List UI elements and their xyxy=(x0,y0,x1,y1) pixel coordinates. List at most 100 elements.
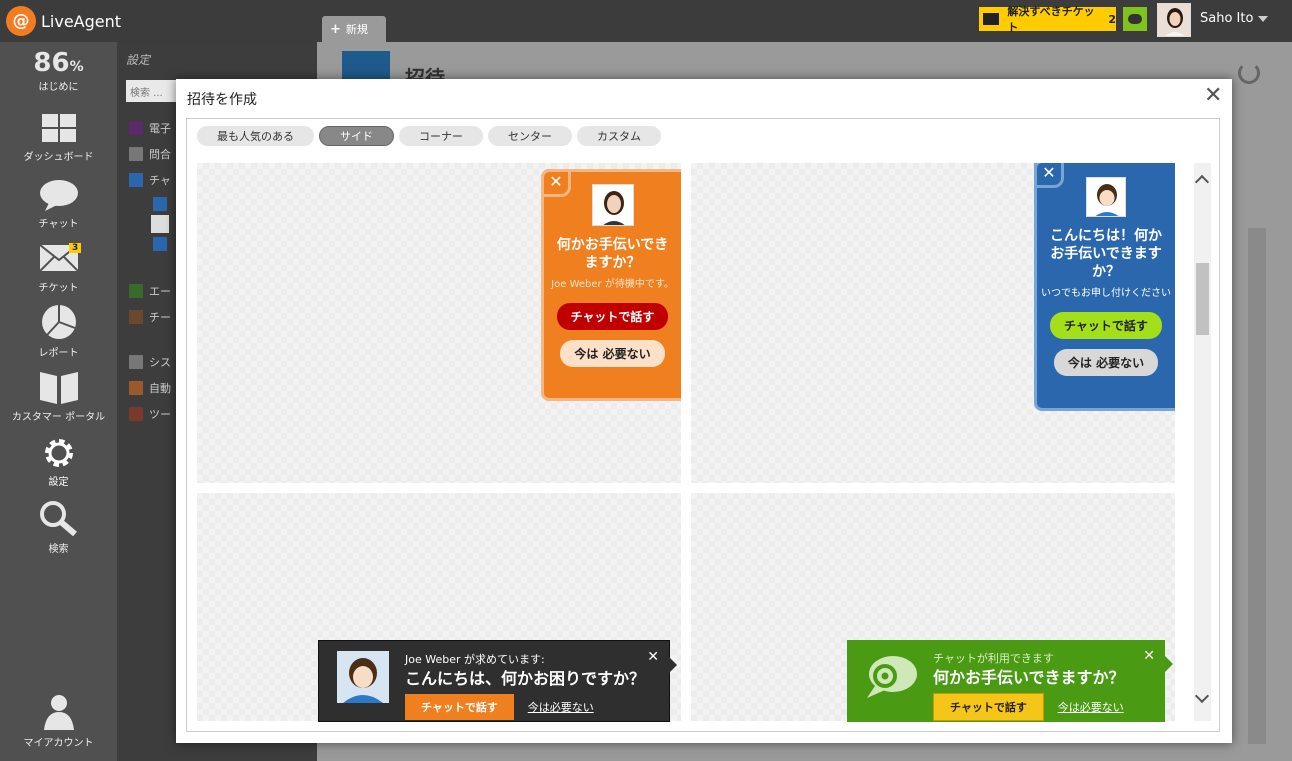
gallery-scrollbar[interactable] xyxy=(1194,163,1211,721)
settings-item-label: エー xyxy=(149,285,171,298)
agent-photo xyxy=(337,651,389,703)
pending-tickets-count: 2 xyxy=(1108,12,1116,26)
invite-orange: ✕ 何かお手伝いできますか？ Joe Weber が待機中です。 チャットで話す… xyxy=(541,169,681,401)
progress-unit: % xyxy=(69,59,84,75)
app-logo[interactable]: @ LiveAgent xyxy=(6,6,121,36)
close-icon[interactable]: ✕ xyxy=(1204,85,1222,107)
liveagent-logo-icon: @ xyxy=(6,6,36,36)
dashboard-icon xyxy=(41,114,76,142)
nav-settings[interactable]: 設定 xyxy=(0,437,117,488)
agent-photo xyxy=(591,184,634,226)
template-tabs: 最も人気のある サイド コーナー センター カスタム xyxy=(197,126,661,146)
chat-now-button: チャットで話す xyxy=(405,694,514,720)
folder-icon xyxy=(129,310,143,324)
accept-wrap: チャットで話す xyxy=(544,303,681,330)
invitation-icon xyxy=(151,215,169,233)
close-icon: ✕ xyxy=(541,169,571,197)
decline-wrap: 今は 必要ない xyxy=(544,340,681,367)
nav-getting-started[interactable]: 86% はじめに xyxy=(0,48,117,93)
close-icon: ✕ xyxy=(1034,163,1064,188)
agent-avatar-icon xyxy=(337,651,389,703)
settings-item[interactable]: 自動 xyxy=(129,380,171,396)
liveagent-chat-icon xyxy=(867,656,917,698)
create-invitation-modal: 招待を作成 ✕ 最も人気のある サイド コーナー センター カスタム ✕ 何かお… xyxy=(176,79,1232,743)
tools-icon xyxy=(129,407,143,421)
no-thanks-link: 今は必要ない xyxy=(527,701,594,714)
settings-item[interactable]: ツー xyxy=(129,406,171,422)
settings-item[interactable]: チー xyxy=(129,309,171,325)
nav-my-account[interactable]: マイアカウント xyxy=(0,694,117,749)
chat-bubble-icon xyxy=(1128,14,1142,24)
nav-label: カスタマー ポータル xyxy=(11,412,106,423)
tab-center[interactable]: センター xyxy=(488,126,572,146)
template-green-bar[interactable]: チャットが利用できます 何かお手伝いできますか？ チャットで話す 今は必要ない … xyxy=(691,493,1175,722)
no-thanks-button: 今は 必要ない xyxy=(1053,349,1159,376)
template-dark-bar[interactable]: Joe Weber が求めています: こんにちは、何かお困りですか？ チャットで… xyxy=(197,493,681,722)
template-blue-side[interactable]: ✕ こんにちは！何かお手伝いできますか？ いつでもお申し付けください チャットで… xyxy=(691,163,1175,483)
chat-now-button: チャットで話す xyxy=(933,693,1044,721)
new-tab-label: 新規 xyxy=(345,23,368,36)
nav-search[interactable]: 検索 xyxy=(0,500,117,555)
no-thanks-button: 今は 必要ない xyxy=(560,340,665,367)
invite-green-bar: チャットが利用できます 何かお手伝いできますか？ チャットで話す 今は必要ない … xyxy=(847,640,1173,722)
refresh-icon[interactable] xyxy=(1238,62,1260,84)
settings-item-label: 電子 xyxy=(149,122,171,135)
agent-photo xyxy=(1086,177,1126,217)
nav-label: ダッシュボード xyxy=(23,152,94,163)
nav-label: レポート xyxy=(38,348,79,359)
template-orange-side[interactable]: ✕ 何かお手伝いできますか？ Joe Weber が待機中です。 チャットで話す… xyxy=(197,163,681,483)
nav-dashboard[interactable]: ダッシュボード xyxy=(0,114,117,163)
close-icon: ✕ xyxy=(647,649,659,665)
caret-down-icon[interactable] xyxy=(1258,16,1268,22)
scroll-up-icon[interactable] xyxy=(1194,174,1210,190)
user-name[interactable]: Saho Ito xyxy=(1200,11,1253,26)
tab-most-popular[interactable]: 最も人気のある xyxy=(197,126,314,146)
user-avatar[interactable] xyxy=(1157,3,1191,37)
background-scrollbar[interactable] xyxy=(1248,228,1266,744)
nav-label: 検索 xyxy=(48,544,69,555)
chat-now-button: チャットで話す xyxy=(556,303,669,330)
automation-icon xyxy=(129,381,143,395)
agents-icon xyxy=(129,284,143,298)
tab-custom[interactable]: カスタム xyxy=(577,126,661,146)
left-nav: 86% はじめに ダッシュボード チャット 3 チケット レポート カスタマー … xyxy=(0,42,117,761)
chat-icon xyxy=(129,173,143,187)
nav-chat[interactable]: チャット xyxy=(0,179,117,230)
scroll-thumb[interactable] xyxy=(1196,263,1209,335)
settings-item-label: ツー xyxy=(149,408,171,421)
nav-customer-portal[interactable]: カスタマー ポータル xyxy=(0,370,117,423)
nav-label: はじめに xyxy=(38,82,79,93)
settings-subitem-invitation[interactable] xyxy=(151,215,175,233)
nav-tickets[interactable]: 3 チケット xyxy=(0,243,117,294)
plus-icon: + xyxy=(330,21,341,37)
chat-button-icon xyxy=(153,197,167,211)
invite-dark-bar: Joe Weber が求めています: こんにちは、何かお困りですか？ チャットで… xyxy=(318,640,677,722)
gear-icon xyxy=(44,439,73,467)
settings-subitem[interactable] xyxy=(153,197,173,211)
settings-item[interactable]: 電子 xyxy=(129,120,171,136)
pending-tickets-button[interactable]: 解決すべきチケット 2 xyxy=(979,5,1116,34)
accept-wrap: チャットで話す xyxy=(1037,312,1175,339)
settings-item[interactable]: エー xyxy=(129,283,171,299)
nav-reports[interactable]: レポート xyxy=(0,304,117,359)
no-thanks-link: 今は必要ない xyxy=(1057,701,1124,714)
new-tab-button[interactable]: + 新規 xyxy=(322,16,386,42)
tickets-badge: 3 xyxy=(69,243,82,253)
nav-label: マイアカウント xyxy=(23,738,94,749)
settings-subitem[interactable] xyxy=(153,237,173,251)
arrow-right-icon xyxy=(1165,656,1173,672)
settings-item[interactable]: チャ xyxy=(129,172,171,188)
chat-status-button[interactable] xyxy=(1123,7,1147,31)
settings-item[interactable]: シス xyxy=(129,354,171,370)
agent-avatar-icon xyxy=(1087,178,1125,216)
settings-item[interactable]: 問合 xyxy=(129,146,171,162)
invite-blue: ✕ こんにちは！何かお手伝いできますか？ いつでもお申し付けください チャットで… xyxy=(1034,163,1175,411)
scroll-down-icon[interactable] xyxy=(1194,688,1210,704)
tab-corner[interactable]: コーナー xyxy=(399,126,483,146)
tab-side[interactable]: サイド xyxy=(319,126,394,146)
progress-value: 86 xyxy=(33,48,70,78)
settings-item-label: チー xyxy=(149,311,171,324)
close-icon: ✕ xyxy=(1143,648,1155,664)
at-icon xyxy=(129,121,143,135)
chat-icon xyxy=(39,180,78,211)
